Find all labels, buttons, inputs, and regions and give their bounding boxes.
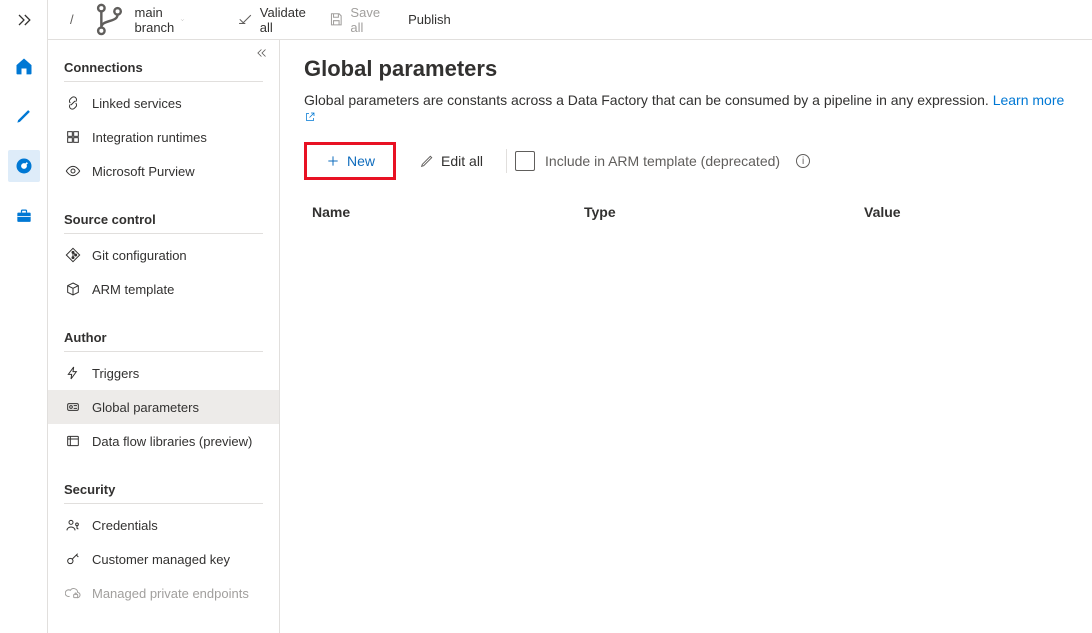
toolbox-icon <box>14 206 34 226</box>
column-header-type[interactable]: Type <box>584 204 864 220</box>
lightning-icon <box>64 364 82 382</box>
divider <box>64 503 263 504</box>
rail-manage[interactable] <box>8 200 40 232</box>
top-toolbar: / main branch Validate all Save all Publ… <box>48 0 1092 40</box>
manage-side-panel: Connections Linked services Integration … <box>48 40 280 633</box>
sidebar-item-label: Linked services <box>92 96 182 111</box>
sidebar-item-label: Git configuration <box>92 248 187 263</box>
arm-template-checkbox[interactable] <box>515 151 535 171</box>
collapse-panel-button[interactable] <box>255 46 269 63</box>
sidebar-item-linked-services[interactable]: Linked services <box>48 86 279 120</box>
branch-selector[interactable]: main branch <box>84 0 192 43</box>
link-icon <box>64 94 82 112</box>
sidebar-item-label: Global parameters <box>92 400 199 415</box>
eye-icon <box>64 162 82 180</box>
new-button-label: New <box>347 153 375 169</box>
cloud-lock-icon <box>64 584 82 602</box>
expand-rail-button[interactable] <box>0 8 48 32</box>
sidebar-item-label: Triggers <box>92 366 139 381</box>
branch-label: main branch <box>135 5 175 35</box>
checkmark-icon <box>237 11 254 28</box>
external-link-icon <box>304 111 316 123</box>
section-title-source-control: Source control <box>48 206 279 233</box>
chevron-down-icon <box>180 14 185 26</box>
sidebar-item-label: ARM template <box>92 282 174 297</box>
info-icon[interactable]: i <box>796 154 810 168</box>
new-button[interactable]: New <box>304 142 396 180</box>
page-title: Global parameters <box>304 56 1068 82</box>
section-title-connections: Connections <box>48 54 279 81</box>
key-icon <box>64 550 82 568</box>
section-title-author: Author <box>48 324 279 351</box>
sidebar-item-cmk[interactable]: Customer managed key <box>48 542 279 576</box>
divider <box>64 351 263 352</box>
divider <box>64 81 263 82</box>
sidebar-item-purview[interactable]: Microsoft Purview <box>48 154 279 188</box>
rail-home[interactable] <box>8 50 40 82</box>
git-icon <box>64 246 82 264</box>
sidebar-item-label: Integration runtimes <box>92 130 207 145</box>
breadcrumb-separator: / <box>70 12 74 27</box>
save-icon <box>328 11 345 28</box>
chevron-double-right-icon <box>14 10 34 30</box>
publish-button[interactable]: Publish <box>396 8 457 31</box>
sidebar-item-global-parameters[interactable]: Global parameters <box>48 390 279 424</box>
pencil-icon <box>419 153 435 169</box>
publish-label: Publish <box>408 12 451 27</box>
save-all-label: Save all <box>350 5 380 35</box>
pencil-icon <box>14 106 34 126</box>
sidebar-item-triggers[interactable]: Triggers <box>48 356 279 390</box>
git-branch-icon <box>90 0 129 39</box>
plus-icon <box>325 153 341 169</box>
table-header: Name Type Value <box>304 198 1068 226</box>
sidebar-item-arm[interactable]: ARM template <box>48 272 279 306</box>
validate-all-button[interactable]: Validate all <box>231 1 312 39</box>
page-content: Global parameters Global parameters are … <box>280 40 1092 633</box>
gauge-icon <box>14 156 34 176</box>
sidebar-item-label: Data flow libraries (preview) <box>92 434 252 449</box>
sidebar-item-label: Credentials <box>92 518 158 533</box>
sidebar-item-label: Microsoft Purview <box>92 164 195 179</box>
chevron-double-left-icon <box>255 46 269 60</box>
sidebar-item-git[interactable]: Git configuration <box>48 238 279 272</box>
left-nav-rail <box>0 0 48 633</box>
sidebar-item-label: Managed private endpoints <box>92 586 249 601</box>
sidebar-item-credentials[interactable]: Credentials <box>48 508 279 542</box>
rail-monitor[interactable] <box>8 150 40 182</box>
sidebar-item-dataflow-libraries[interactable]: Data flow libraries (preview) <box>48 424 279 458</box>
sidebar-item-integration-runtimes[interactable]: Integration runtimes <box>48 120 279 154</box>
sidebar-item-label: Customer managed key <box>92 552 230 567</box>
person-key-icon <box>64 516 82 534</box>
column-header-value[interactable]: Value <box>864 204 1068 220</box>
parameters-icon <box>64 398 82 416</box>
arm-template-checkbox-label: Include in ARM template (deprecated) <box>545 153 780 169</box>
runtime-icon <box>64 128 82 146</box>
page-toolbar: New Edit all Include in ARM template (de… <box>304 142 1068 180</box>
arm-template-checkbox-group: Include in ARM template (deprecated) i <box>515 151 810 171</box>
column-header-name[interactable]: Name <box>304 204 584 220</box>
sidebar-item-mpe: Managed private endpoints <box>48 576 279 610</box>
validate-all-label: Validate all <box>260 5 306 35</box>
page-description: Global parameters are constants across a… <box>304 92 1068 124</box>
edit-all-button[interactable]: Edit all <box>404 146 498 176</box>
edit-all-label: Edit all <box>441 153 483 169</box>
cube-icon <box>64 280 82 298</box>
home-icon <box>14 56 34 76</box>
divider <box>64 233 263 234</box>
library-icon <box>64 432 82 450</box>
section-title-security: Security <box>48 476 279 503</box>
rail-author[interactable] <box>8 100 40 132</box>
save-all-button: Save all <box>322 1 386 39</box>
divider <box>506 149 507 173</box>
